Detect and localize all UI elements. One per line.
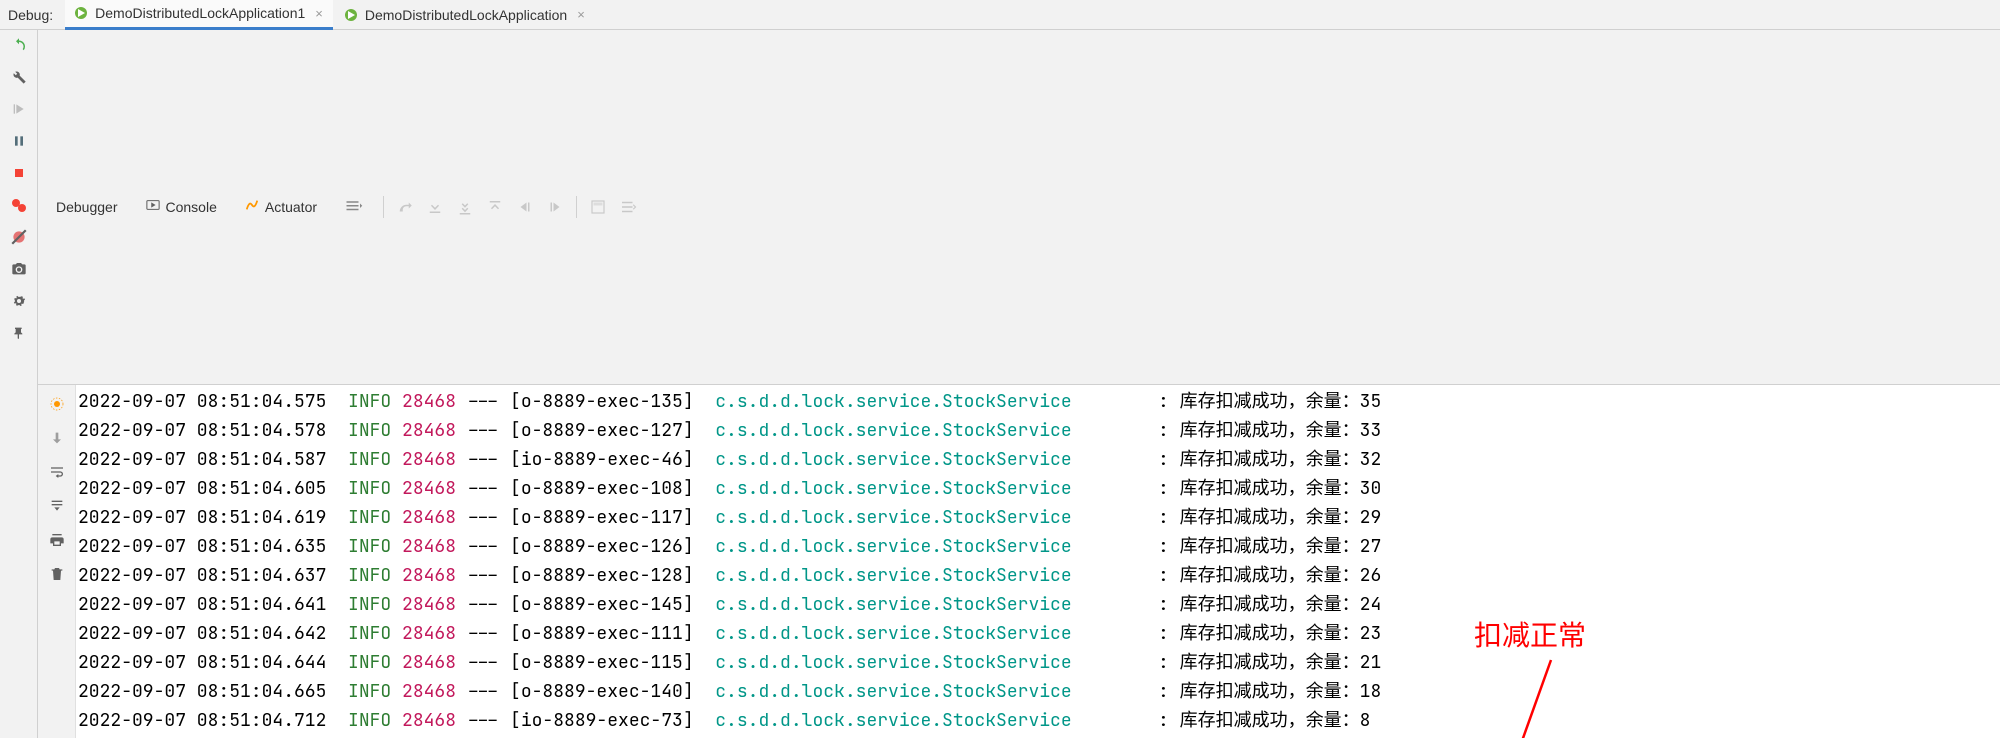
pin-icon[interactable] (8, 322, 30, 344)
log-line: 2022-09-07 08:51:04.665 INFO 28468 --- [… (78, 677, 2000, 706)
log-line: 2022-09-07 08:51:04.712 INFO 28468 --- [… (78, 706, 2000, 735)
log-line: 2022-09-07 08:51:04.578 INFO 28468 --- [… (78, 416, 2000, 445)
step-over-icon[interactable] (392, 194, 418, 220)
close-icon[interactable]: × (315, 6, 323, 21)
console-play-icon (146, 198, 160, 215)
print-icon[interactable] (46, 529, 68, 551)
spring-run-icon (73, 5, 89, 21)
gear-icon[interactable] (8, 290, 30, 312)
console-output[interactable]: 2022-09-07 08:51:04.575 INFO 28468 --- [… (76, 385, 2000, 738)
separator (383, 196, 384, 218)
tab-label: Console (166, 199, 217, 215)
debug-side-toolbar (0, 30, 38, 738)
trace-icon[interactable] (615, 194, 641, 220)
more-icon (345, 197, 363, 216)
run-tab-app2[interactable]: DemoDistributedLockApplication × (335, 0, 595, 30)
debug-tab-bar: Debug: DemoDistributedLockApplication1 ×… (0, 0, 2000, 30)
resume-icon[interactable] (8, 98, 30, 120)
log-line: 2022-09-07 08:51:04.642 INFO 28468 --- [… (78, 619, 2000, 648)
actuator-icon (245, 198, 259, 215)
attach-icon[interactable] (46, 393, 68, 415)
tab-console[interactable]: Console (134, 195, 229, 218)
separator (576, 196, 577, 218)
clear-icon[interactable] (46, 563, 68, 585)
stop-icon[interactable] (8, 162, 30, 184)
log-line: 2022-09-07 08:51:04.575 INFO 28468 --- [… (78, 387, 2000, 416)
step-into-icon[interactable] (422, 194, 448, 220)
tab-label: Actuator (265, 199, 317, 215)
log-line: 2022-09-07 08:51:04.605 INFO 28468 --- [… (78, 474, 2000, 503)
mute-breakpoints-icon[interactable] (8, 226, 30, 248)
scroll-to-end-icon[interactable] (46, 495, 68, 517)
drop-frame-icon[interactable] (512, 194, 538, 220)
spring-run-icon (343, 7, 359, 23)
run-to-cursor-icon[interactable] (542, 194, 568, 220)
rerun-icon[interactable] (8, 34, 30, 56)
tab-actuator[interactable]: Actuator (233, 195, 329, 218)
debug-secondary-toolbar: Debugger Console Actuator (38, 30, 2000, 385)
step-out-icon[interactable] (482, 194, 508, 220)
tab-more[interactable] (333, 194, 375, 219)
run-tab-app1[interactable]: DemoDistributedLockApplication1 × (65, 0, 333, 30)
run-tab-label: DemoDistributedLockApplication (365, 7, 567, 23)
console-side-toolbar (38, 385, 76, 738)
wrench-icon[interactable] (8, 66, 30, 88)
pause-icon[interactable] (8, 130, 30, 152)
log-line: 2022-09-07 08:51:04.644 INFO 28468 --- [… (78, 648, 2000, 677)
force-step-into-icon[interactable] (452, 194, 478, 220)
run-tab-label: DemoDistributedLockApplication1 (95, 5, 305, 21)
camera-icon[interactable] (8, 258, 30, 280)
down-arrow-icon[interactable] (46, 427, 68, 449)
log-line: 2022-09-07 08:51:04.587 INFO 28468 --- [… (78, 445, 2000, 474)
log-line: 2022-09-07 08:51:04.635 INFO 28468 --- [… (78, 532, 2000, 561)
log-line: 2022-09-07 08:51:04.619 INFO 28468 --- [… (78, 503, 2000, 532)
evaluate-icon[interactable] (585, 194, 611, 220)
tab-label: Debugger (56, 199, 118, 215)
debug-label: Debug: (8, 7, 53, 23)
log-line: 2022-09-07 08:51:04.641 INFO 28468 --- [… (78, 590, 2000, 619)
close-icon[interactable]: × (577, 7, 585, 22)
tab-debugger[interactable]: Debugger (44, 196, 130, 218)
log-line: 2022-09-07 08:51:04.744 INFO 28468 --- [… (78, 735, 2000, 738)
soft-wrap-icon[interactable] (46, 461, 68, 483)
log-line: 2022-09-07 08:51:04.637 INFO 28468 --- [… (78, 561, 2000, 590)
view-breakpoints-icon[interactable] (8, 194, 30, 216)
